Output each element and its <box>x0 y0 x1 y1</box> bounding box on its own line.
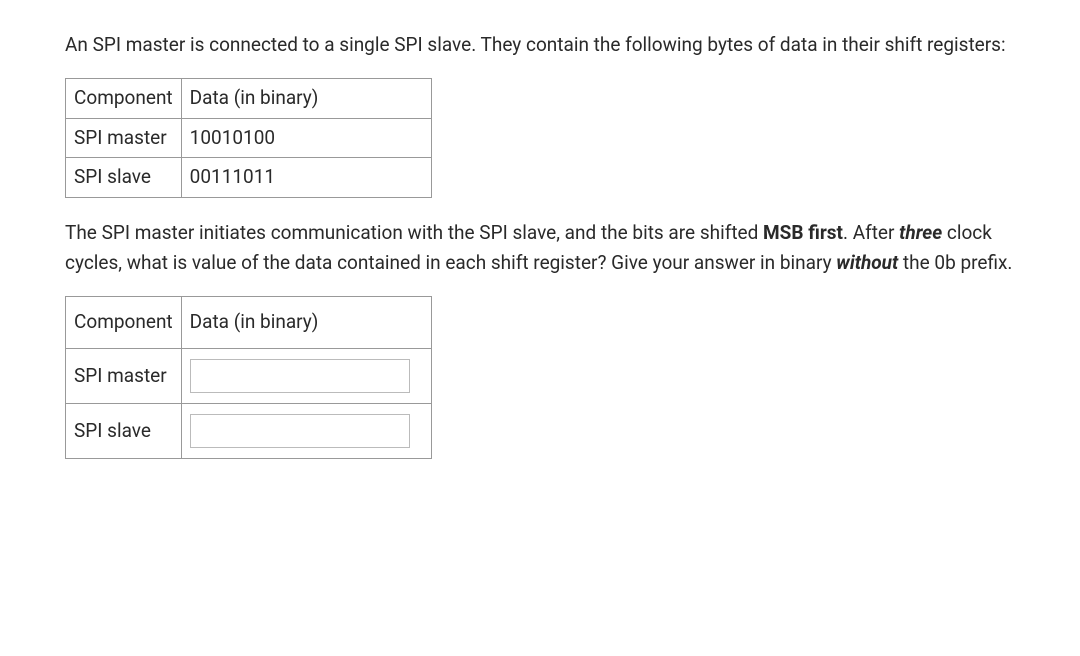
table-header-data: Data (in binary) <box>181 297 431 348</box>
question-text-part4: the 0b prefix. <box>898 251 1012 274</box>
question-text-part2: . After <box>843 221 899 244</box>
cell-data: 10010100 <box>181 118 431 157</box>
answer-table: Component Data (in binary) SPI master SP… <box>65 296 432 458</box>
question-text-part1: The SPI master initiates communication w… <box>65 221 763 244</box>
table-header-row: Component Data (in binary) <box>66 297 432 348</box>
question-paragraph: The SPI master initiates communication w… <box>65 218 1015 279</box>
table-row: SPI slave <box>66 403 432 458</box>
answer-cell-master <box>181 348 431 403</box>
cell-component: SPI slave <box>66 158 182 197</box>
msb-first-emphasis: MSB first <box>763 221 843 244</box>
table-row: SPI master 10010100 <box>66 118 432 157</box>
table-header-component: Component <box>66 297 182 348</box>
cell-data: 00111011 <box>181 158 431 197</box>
table-header-data: Data (in binary) <box>181 79 431 118</box>
three-emphasis: three <box>899 221 942 244</box>
cell-component: SPI slave <box>66 403 182 458</box>
initial-data-table: Component Data (in binary) SPI master 10… <box>65 78 432 197</box>
answer-cell-slave <box>181 403 431 458</box>
intro-paragraph: An SPI master is connected to a single S… <box>65 30 1015 60</box>
table-row: SPI slave 00111011 <box>66 158 432 197</box>
cell-component: SPI master <box>66 118 182 157</box>
table-row: SPI master <box>66 348 432 403</box>
cell-component: SPI master <box>66 348 182 403</box>
table-header-component: Component <box>66 79 182 118</box>
table-header-row: Component Data (in binary) <box>66 79 432 118</box>
spi-master-answer-input[interactable] <box>190 359 410 393</box>
without-emphasis: without <box>836 251 898 274</box>
spi-slave-answer-input[interactable] <box>190 414 410 448</box>
